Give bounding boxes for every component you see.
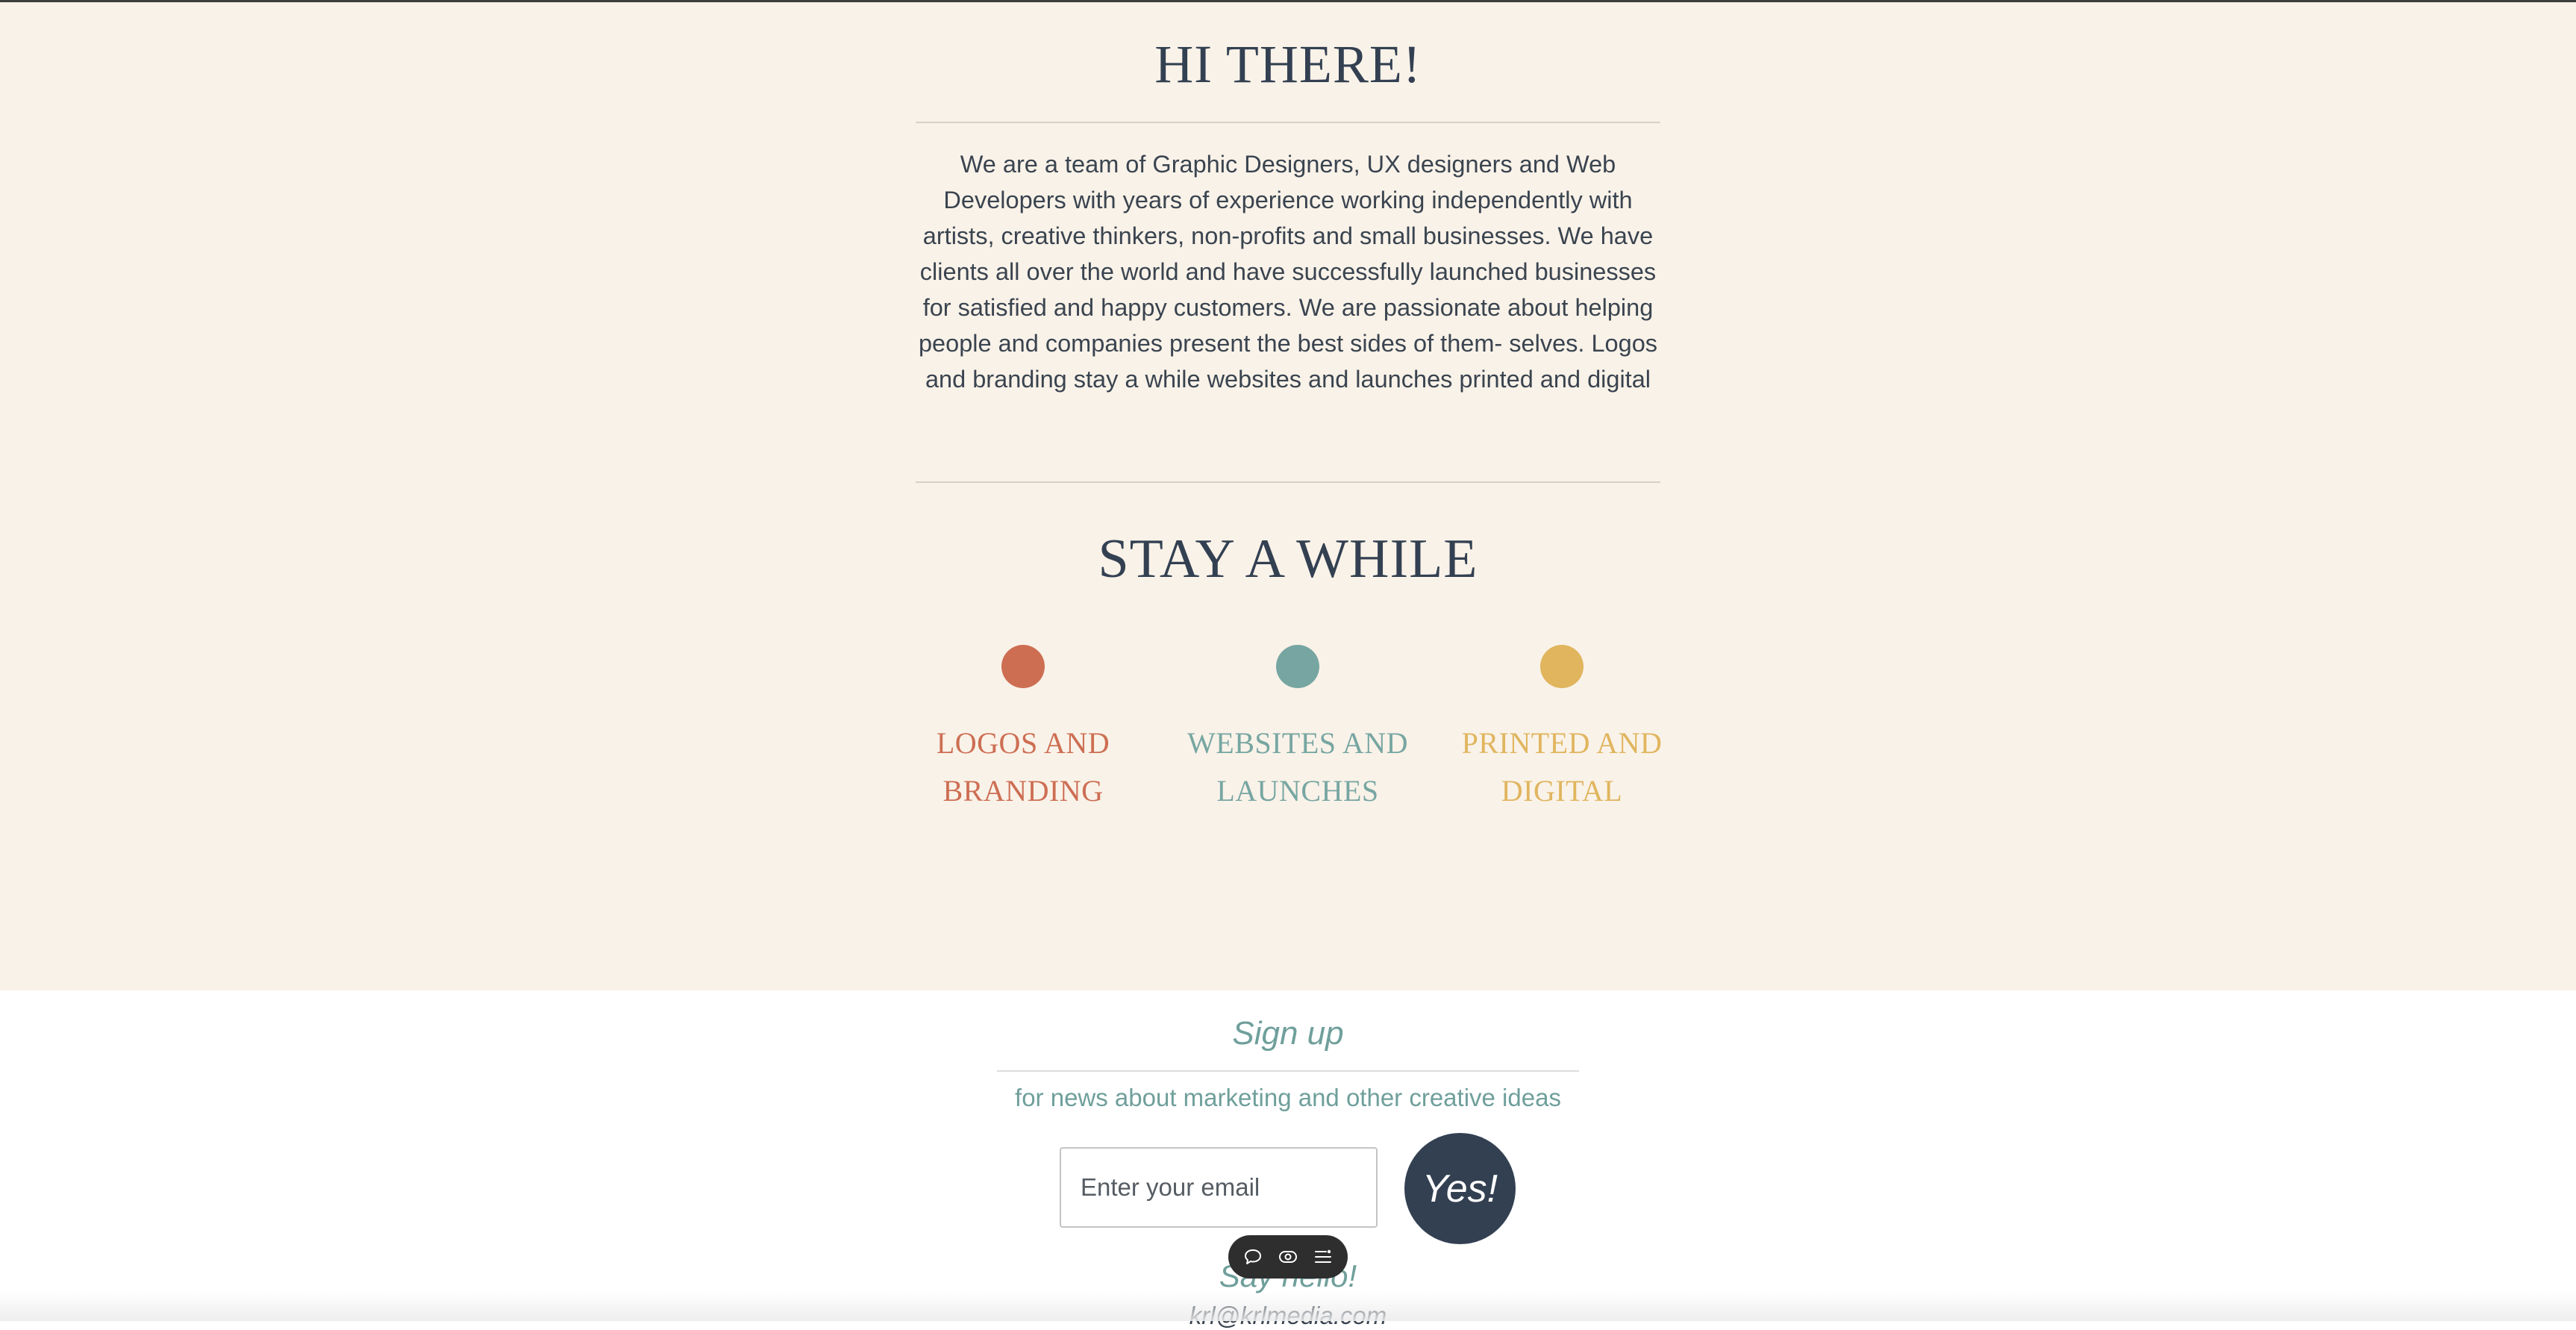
service-label: WEBSITES AND LAUNCHES: [1187, 726, 1408, 808]
intro-paragraph: We are a team of Graphic Designers, UX d…: [918, 151, 1658, 393]
hero-section: HI THERE! We are a team of Graphic Desig…: [0, 2, 2576, 990]
coral-dot-icon: [1001, 645, 1045, 688]
signup-title: Sign up: [1232, 1015, 1344, 1052]
mustard-dot-icon: [1540, 645, 1584, 688]
signup-subtitle: for news about marketing and other creat…: [1015, 1084, 1561, 1111]
email-input[interactable]: [1060, 1147, 1378, 1228]
service-label: LOGOS AND BRANDING: [936, 726, 1110, 808]
menu-settings-icon[interactable]: [1308, 1242, 1338, 1272]
services-title: STAY A WHILE: [1098, 528, 1478, 590]
contact-email-link[interactable]: krl@krlmedia.com: [0, 1302, 2576, 1330]
service-label: PRINTED AND DIGITAL: [1461, 726, 1663, 808]
divider: [997, 1070, 1579, 1072]
hero-title: HI THERE!: [1154, 34, 1422, 94]
signup-submit-button[interactable]: Yes!: [1404, 1133, 1516, 1244]
service-logos-branding: LOGOS AND BRANDING: [896, 645, 1150, 815]
service-printed-digital: PRINTED AND DIGITAL: [1435, 645, 1689, 815]
service-websites-launches: WEBSITES AND LAUNCHES: [1171, 645, 1425, 815]
comment-icon[interactable]: [1238, 1242, 1268, 1272]
floating-toolbar: [1228, 1235, 1348, 1279]
divider: [916, 122, 1660, 123]
divider: [916, 481, 1660, 483]
teal-dot-icon: [1276, 645, 1319, 688]
eye-icon[interactable]: [1273, 1242, 1303, 1272]
